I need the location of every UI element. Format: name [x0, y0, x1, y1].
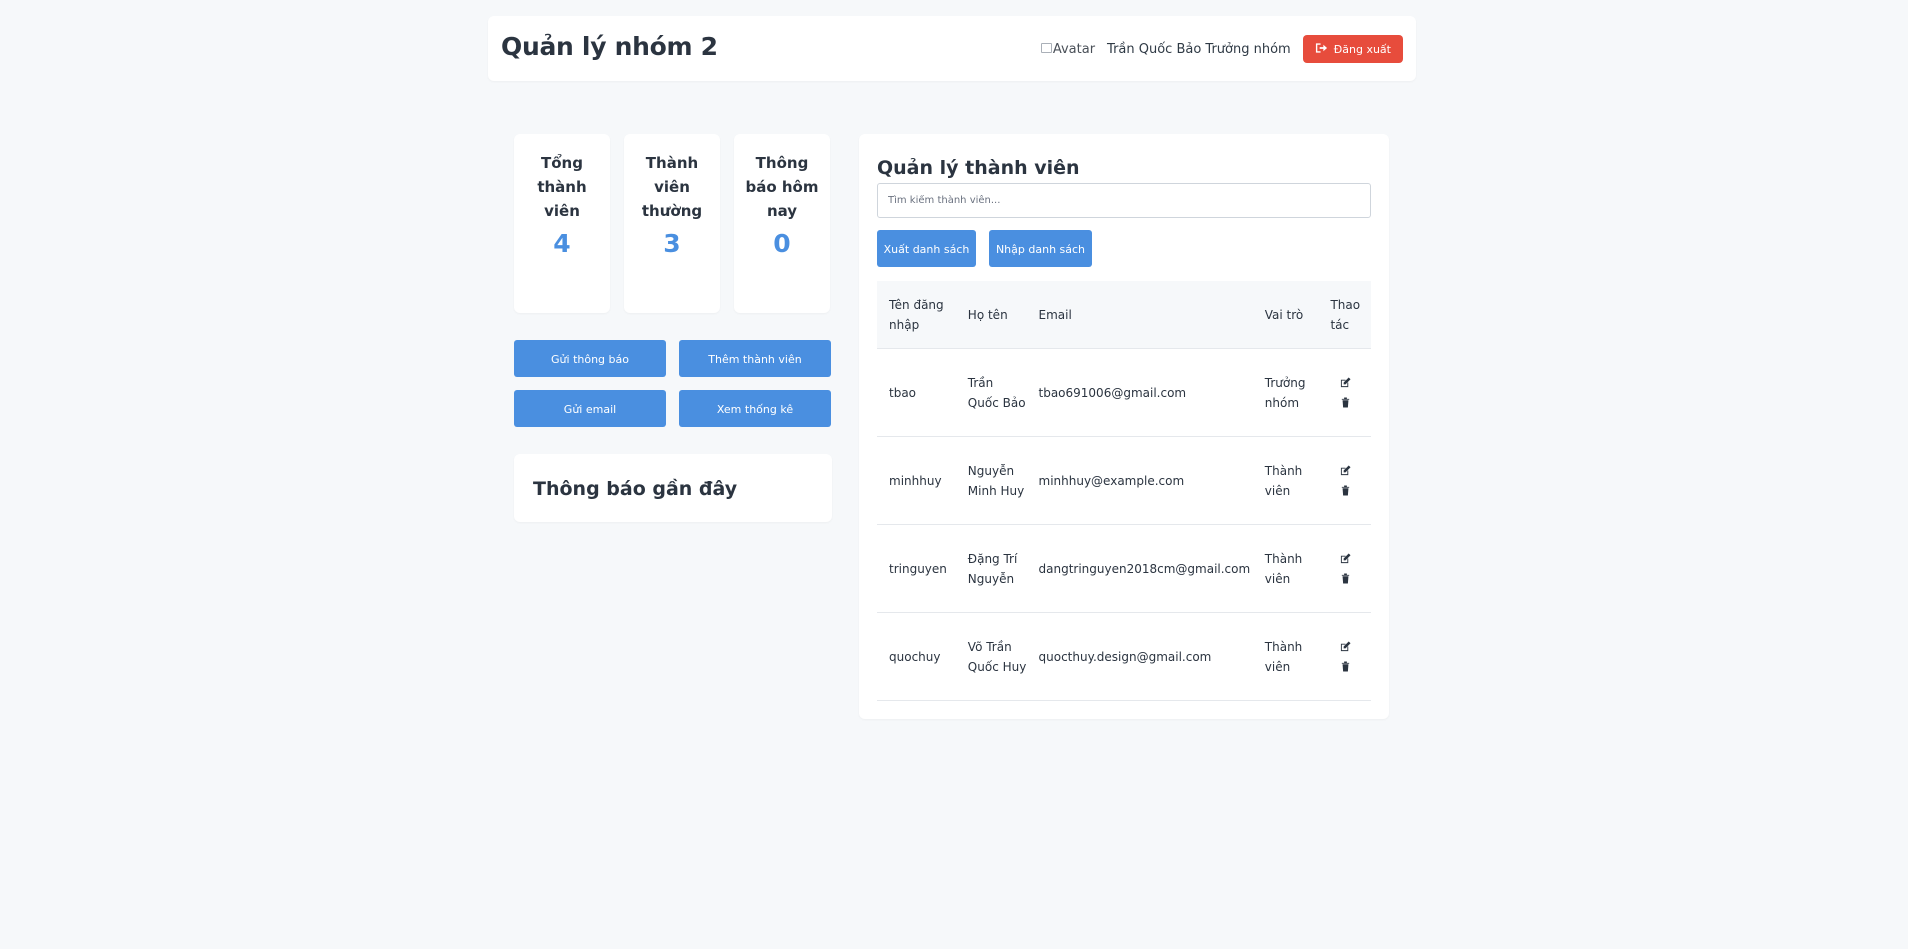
member-search-input[interactable] [877, 183, 1371, 218]
trash-icon[interactable] [1340, 573, 1351, 584]
table-header-row: Tên đăng nhập Họ tên Email Vai trò Thao … [877, 281, 1371, 349]
table-row: quochuy Võ Trần Quốc Huy quocthuy.design… [877, 612, 1371, 701]
table-row: minhhuy Nguyễn Minh Huy minhhuy@example.… [877, 436, 1371, 525]
cell-email: dangtringuyen2018cm@gmail.com [1026, 524, 1253, 613]
cell-actions [1318, 436, 1371, 525]
recent-notifications-card: Thông báo gần đây [514, 454, 832, 522]
cell-username: tringuyen [877, 524, 956, 613]
table-row: tbao Trần Quốc Bảo tbao691006@gmail.com … [877, 348, 1371, 437]
avatar: Avatar [1040, 41, 1096, 57]
top-header: Quản lý nhóm 2 Avatar Trần Quốc Bảo Trưở… [488, 16, 1416, 81]
cell-role: Thành viên [1252, 436, 1319, 525]
edit-icon[interactable] [1340, 377, 1351, 388]
cell-full-name: Nguyễn Minh Huy [955, 436, 1027, 525]
cell-full-name: Trần Quốc Bảo [955, 348, 1027, 437]
column-header-role: Vai trò [1252, 281, 1319, 349]
edit-icon[interactable] [1340, 641, 1351, 652]
logout-button[interactable]: Đăng xuất [1302, 35, 1403, 63]
stat-value: 4 [553, 229, 571, 258]
cell-actions [1318, 348, 1371, 437]
edit-icon[interactable] [1340, 465, 1351, 476]
cell-full-name: Võ Trần Quốc Huy [955, 612, 1027, 701]
stat-value: 0 [773, 229, 791, 258]
cell-role: Thành viên [1252, 524, 1319, 613]
send-notification-button[interactable]: Gửi thông báo [514, 340, 666, 377]
stat-value: 3 [663, 229, 681, 258]
import-list-button[interactable]: Nhập danh sách [989, 230, 1092, 267]
broken-image-icon [1040, 43, 1052, 53]
recent-notifications-title: Thông báo gần đây [533, 478, 738, 500]
stat-card-regular-members: Thành viên thường 3 [624, 134, 720, 313]
cell-actions [1318, 524, 1371, 613]
user-name: Trần Quốc Bảo Trưởng nhóm [1107, 41, 1291, 57]
stat-label: Thông báo hôm nay [745, 154, 819, 220]
column-header-username: Tên đăng nhập [877, 281, 956, 349]
members-table: Tên đăng nhập Họ tên Email Vai trò Thao … [877, 281, 1371, 701]
members-title: Quản lý thành viên [877, 157, 1080, 179]
table-row: tringuyen Đặng Trí Nguyễn dangtringuyen2… [877, 524, 1371, 613]
sign-out-icon [1315, 42, 1328, 57]
cell-username: tbao [877, 348, 956, 437]
avatar-alt-text: Avatar [1052, 41, 1096, 57]
cell-email: tbao691006@gmail.com [1026, 348, 1253, 437]
stat-card-notifications-today: Thông báo hôm nay 0 [734, 134, 830, 313]
add-member-button[interactable]: Thêm thành viên [679, 340, 831, 377]
trash-icon[interactable] [1340, 397, 1351, 408]
trash-icon[interactable] [1340, 661, 1351, 672]
column-header-email: Email [1026, 281, 1253, 349]
view-stats-button[interactable]: Xem thống kê [679, 390, 831, 427]
edit-icon[interactable] [1340, 553, 1351, 564]
cell-email: minhhuy@example.com [1026, 436, 1253, 525]
members-panel: Quản lý thành viên Xuất danh sách Nhập d… [859, 134, 1389, 719]
stat-label: Tổng thành viên [537, 154, 587, 220]
cell-username: quochuy [877, 612, 956, 701]
trash-icon[interactable] [1340, 485, 1351, 496]
stat-label: Thành viên thường [641, 154, 703, 220]
cell-email: quocthuy.design@gmail.com [1026, 612, 1253, 701]
cell-role: Thành viên [1252, 612, 1319, 701]
page-title: Quản lý nhóm 2 [501, 32, 718, 61]
cell-full-name: Đặng Trí Nguyễn [955, 524, 1027, 613]
cell-username: minhhuy [877, 436, 956, 525]
export-list-button[interactable]: Xuất danh sách [877, 230, 976, 267]
logout-label: Đăng xuất [1333, 42, 1391, 56]
send-email-button[interactable]: Gửi email [514, 390, 666, 427]
column-header-full-name: Họ tên [955, 281, 1027, 349]
cell-role: Trưởng nhóm [1252, 348, 1319, 437]
stat-card-total-members: Tổng thành viên 4 [514, 134, 610, 313]
column-header-actions: Thao tác [1318, 281, 1371, 349]
user-info: Avatar Trần Quốc Bảo Trưởng nhóm Đăng xu… [1040, 35, 1403, 63]
cell-actions [1318, 612, 1371, 701]
